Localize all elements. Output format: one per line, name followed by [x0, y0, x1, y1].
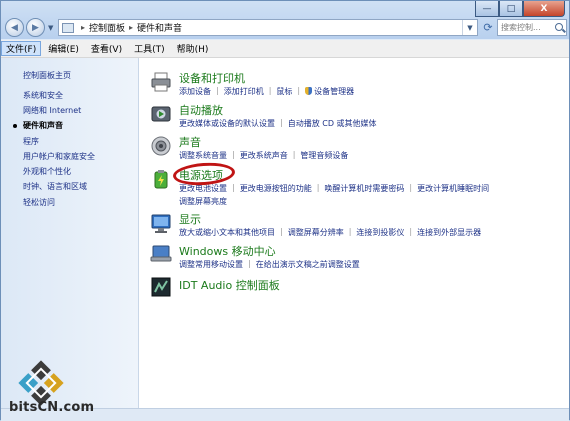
mobility-center-icon[interactable] [150, 243, 172, 265]
link-adjust-volume[interactable]: 调整系统音量 [179, 150, 227, 161]
breadcrumb-separator-icon[interactable]: ▸ [81, 23, 85, 32]
link-mouse[interactable]: 鼠标 [276, 86, 292, 97]
breadcrumb-separator-icon[interactable]: ▸ [129, 23, 133, 32]
navigation-pane: 控制面板主页 系统和安全 网络和 Internet 硬件和声音 程序 用户帐户和… [1, 58, 139, 408]
category-display[interactable]: 显示 [179, 211, 201, 227]
link-text-size[interactable]: 放大或缩小文本和其他项目 [179, 227, 275, 238]
link-external-display[interactable]: 连接到外部显示器 [417, 227, 481, 238]
link-mobility-settings[interactable]: 调整常用移动设置 [179, 259, 243, 270]
control-panel-window: — □ X ◀ ▶ ▼ ▸ 控制面板 ▸ 硬件和声音 ▼ ⟳ 搜索控制... 文… [0, 0, 570, 421]
display-links: 放大或缩小文本和其他项目 | 调整屏幕分辨率 | 连接到投影仪 | 连接到外部显示器 [179, 227, 481, 238]
forward-button[interactable]: ▶ [26, 18, 45, 37]
link-manage-audio[interactable]: 管理音频设备 [300, 150, 348, 161]
maximize-button[interactable]: □ [499, 1, 523, 17]
search-placeholder: 搜索控制... [501, 23, 541, 32]
link-device-manager-label: 设备管理器 [314, 87, 355, 96]
link-divider: | [297, 86, 301, 95]
link-divider: | [409, 227, 413, 236]
breadcrumb-control-panel[interactable]: 控制面板 [89, 21, 125, 34]
search-input[interactable]: 搜索控制... [497, 19, 567, 36]
uac-shield-icon [305, 87, 313, 95]
back-arrow-icon: ◀ [11, 22, 18, 33]
sidebar-item-programs[interactable]: 程序 [23, 136, 39, 147]
monitor-icon[interactable] [150, 212, 172, 234]
link-screen-resolution[interactable]: 调整屏幕分辨率 [288, 227, 344, 238]
sidebar-item-clock-language[interactable]: 时钟、语言和区域 [23, 181, 87, 192]
power-links-row2: 调整屏幕亮度 [179, 196, 227, 207]
link-divider: | [348, 227, 352, 236]
link-device-manager[interactable]: 设备管理器 [305, 86, 354, 97]
forward-arrow-icon: ▶ [32, 22, 39, 33]
sidebar-item-system-security[interactable]: 系统和安全 [23, 90, 63, 101]
link-wakeup-password[interactable]: 唤醒计算机时需要密码 [324, 183, 404, 194]
sidebar-item-network[interactable]: 网络和 Internet [23, 105, 81, 116]
autoplay-icon[interactable] [150, 103, 172, 125]
link-divider: | [216, 86, 219, 95]
mobility-links: 调整常用移动设置 | 在给出演示文稿之前调整设置 [179, 259, 360, 270]
category-idt-audio[interactable]: IDT Audio 控制面板 [179, 277, 280, 293]
link-divider: | [280, 118, 283, 127]
link-divider: | [409, 183, 413, 192]
speaker-icon[interactable] [150, 135, 172, 157]
sidebar-item-hardware-sound[interactable]: 硬件和声音 [23, 120, 63, 131]
link-sleep-time[interactable]: 更改计算机睡眠时间 [417, 183, 489, 194]
menu-view[interactable]: 查看(V) [86, 41, 127, 56]
menu-help[interactable]: 帮助(H) [172, 41, 214, 56]
link-divider: | [280, 227, 283, 236]
address-dropdown-icon[interactable]: ▼ [462, 20, 477, 35]
power-links: 更改电池设置 | 更改电源按钮的功能 | 唤醒计算机时需要密码 | 更改计算机睡眠时间 [179, 183, 489, 194]
category-autoplay[interactable]: 自动播放 [179, 102, 223, 118]
link-change-media-defaults[interactable]: 更改媒体或设备的默认设置 [179, 118, 275, 129]
title-bar: — □ X ◀ ▶ ▼ ▸ 控制面板 ▸ 硬件和声音 ▼ ⟳ 搜索控制... [1, 1, 569, 39]
menu-tools[interactable]: 工具(T) [129, 41, 170, 56]
search-icon[interactable] [555, 23, 563, 31]
minimize-button[interactable]: — [475, 1, 499, 17]
category-devices-printers[interactable]: 设备和打印机 [179, 70, 245, 86]
watermark-text: bitsCN.com [9, 400, 95, 415]
printer-icon[interactable] [150, 71, 172, 93]
link-connect-projector[interactable]: 连接到投影仪 [356, 227, 404, 238]
refresh-icon[interactable]: ⟳ [481, 19, 495, 36]
category-power-options[interactable]: 电源选项 [179, 167, 223, 183]
control-panel-icon [62, 22, 74, 33]
menu-edit[interactable]: 编辑(E) [43, 41, 84, 56]
category-mobility-center[interactable]: Windows 移动中心 [179, 243, 276, 259]
recent-pages-dropdown[interactable]: ▼ [48, 24, 53, 32]
close-button[interactable]: X [523, 1, 565, 17]
link-divider: | [248, 259, 251, 268]
link-divider: | [316, 183, 320, 192]
address-bar[interactable]: ▸ 控制面板 ▸ 硬件和声音 ▼ [58, 19, 478, 36]
link-divider: | [292, 150, 296, 159]
link-divider: | [232, 150, 235, 159]
link-divider: | [268, 86, 272, 95]
main-content: 设备和打印机 添加设备 | 添加打印机 | 鼠标 | 设备管理器 自动播放 更改媒体或… [139, 58, 569, 408]
link-change-sounds[interactable]: 更改系统声音 [240, 150, 288, 161]
caption-buttons: — □ X [475, 1, 565, 17]
sidebar-item-home[interactable]: 控制面板主页 [23, 70, 71, 81]
breadcrumb-hardware-sound[interactable]: 硬件和声音 [137, 21, 182, 34]
sound-links: 调整系统音量 | 更改系统声音 | 管理音频设备 [179, 150, 348, 161]
menu-bar: 文件(F) 编辑(E) 查看(V) 工具(T) 帮助(H) [1, 40, 569, 58]
sidebar-item-ease-of-access[interactable]: 轻松访问 [23, 197, 55, 208]
link-screen-brightness[interactable]: 调整屏幕亮度 [179, 196, 227, 207]
link-autoplay-cd[interactable]: 自动播放 CD 或其他媒体 [288, 118, 377, 129]
menu-file[interactable]: 文件(F) [1, 41, 42, 56]
autoplay-links: 更改媒体或设备的默认设置 | 自动播放 CD 或其他媒体 [179, 118, 377, 129]
link-presentation-settings[interactable]: 在给出演示文稿之前调整设置 [256, 259, 360, 270]
devices-links: 添加设备 | 添加打印机 | 鼠标 | 设备管理器 [179, 86, 354, 97]
link-divider: | [232, 183, 235, 192]
category-sound[interactable]: 声音 [179, 134, 201, 150]
back-button[interactable]: ◀ [5, 18, 24, 37]
idt-audio-icon[interactable] [150, 276, 172, 298]
link-power-button[interactable]: 更改电源按钮的功能 [240, 183, 312, 194]
navigation-buttons: ◀ ▶ ▼ [5, 18, 56, 37]
link-add-printer[interactable]: 添加打印机 [224, 86, 264, 97]
sidebar-item-appearance[interactable]: 外观和个性化 [23, 166, 71, 177]
battery-icon[interactable] [150, 168, 172, 190]
link-add-device[interactable]: 添加设备 [179, 86, 211, 97]
current-item-bullet-icon [13, 124, 17, 128]
link-battery-settings[interactable]: 更改电池设置 [179, 183, 227, 194]
sidebar-item-user-accounts[interactable]: 用户帐户和家庭安全 [23, 151, 95, 162]
